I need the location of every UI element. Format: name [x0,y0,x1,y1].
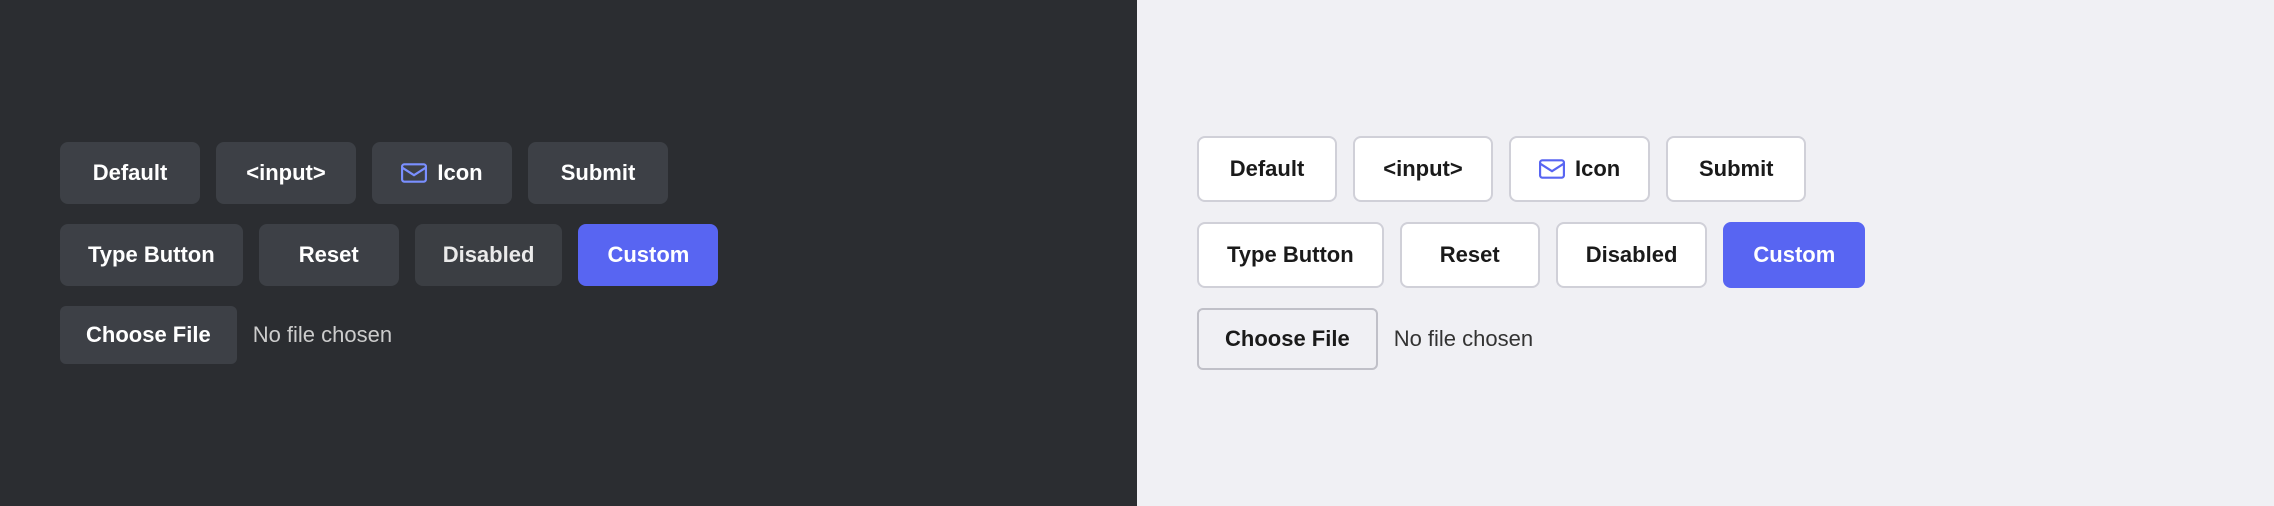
light-type-button[interactable]: Type Button [1197,222,1384,288]
dark-panel: Default <input> Icon Submit Type Button … [0,0,1137,506]
dark-file-row: Choose File No file chosen [60,306,392,364]
dark-default-button[interactable]: Default [60,142,200,204]
dark-reset-button[interactable]: Reset [259,224,399,286]
light-choose-file-button[interactable]: Choose File [1197,308,1378,370]
light-reset-button[interactable]: Reset [1400,222,1540,288]
mail-icon [401,163,427,183]
dark-type-button[interactable]: Type Button [60,224,243,286]
dark-row-2: Type Button Reset Disabled Custom [60,224,718,286]
light-disabled-button: Disabled [1556,222,1708,288]
light-input-button[interactable]: <input> [1353,136,1493,202]
light-file-row: Choose File No file chosen [1197,308,1533,370]
light-icon-button-label: Icon [1575,156,1620,182]
light-no-file-label: No file chosen [1394,326,1533,352]
dark-row-1: Default <input> Icon Submit [60,142,668,204]
dark-input-button[interactable]: <input> [216,142,356,204]
light-panel: Default <input> Icon Submit Type Button … [1137,0,2274,506]
dark-icon-button-label: Icon [437,160,482,186]
light-custom-button[interactable]: Custom [1723,222,1865,288]
light-row-1: Default <input> Icon Submit [1197,136,1806,202]
dark-disabled-button: Disabled [415,224,563,286]
dark-choose-file-button[interactable]: Choose File [60,306,237,364]
dark-no-file-label: No file chosen [253,322,392,348]
light-icon-button[interactable]: Icon [1509,136,1650,202]
dark-submit-button[interactable]: Submit [528,142,668,204]
light-submit-button[interactable]: Submit [1666,136,1806,202]
dark-icon-button[interactable]: Icon [372,142,512,204]
light-default-button[interactable]: Default [1197,136,1337,202]
dark-custom-button[interactable]: Custom [578,224,718,286]
mail-icon-light [1539,159,1565,179]
light-row-2: Type Button Reset Disabled Custom [1197,222,1865,288]
